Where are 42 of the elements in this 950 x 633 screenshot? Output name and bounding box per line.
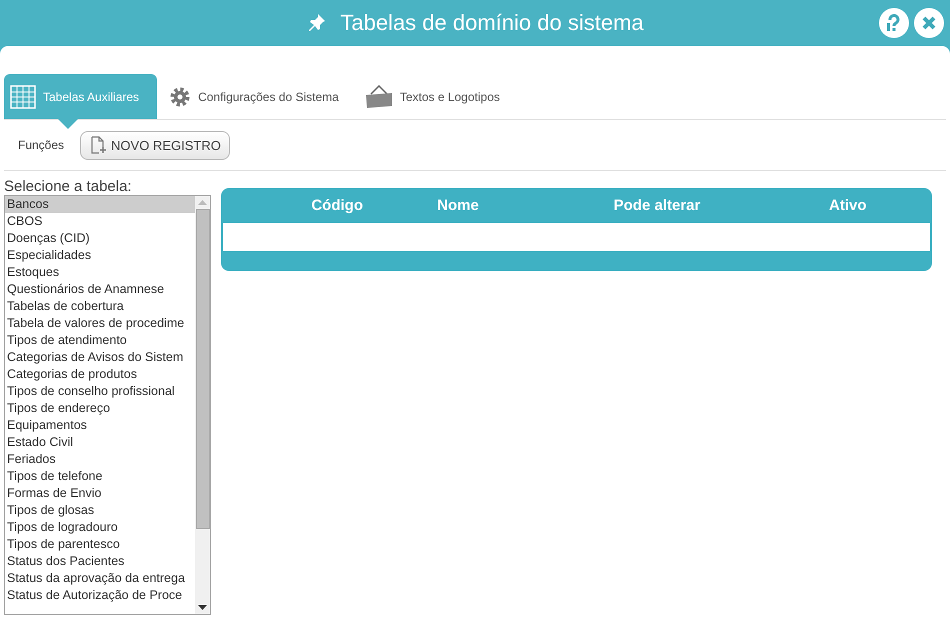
scroll-up-icon[interactable] [198,199,207,205]
list-item[interactable]: Tipos de parentesco [5,536,195,553]
list-item[interactable]: Tipos de atendimento [5,332,195,349]
list-item[interactable]: Categorias de produtos [5,366,195,383]
functions-label: Funções [18,138,64,152]
list-item[interactable]: Tipos de endereço [5,400,195,417]
list-item[interactable]: Formas de Envio [5,485,195,502]
help-icon[interactable] [879,8,909,38]
tab[interactable]: Textos e Logotipos [358,74,514,119]
list-item[interactable]: Feriados [5,451,195,468]
grid-icon [10,84,36,108]
list-item[interactable]: Tipos de conselho profissional [5,383,195,400]
table-listbox[interactable] [4,195,211,615]
window-title: Tabelas de domínio do sistema [340,10,644,36]
list-item[interactable]: Doenças (CID) [5,230,195,247]
list-item[interactable]: Categorias de Avisos do Sistem [5,349,195,366]
list-item[interactable]: Status dos Pacientes [5,553,195,570]
list-item[interactable]: Estado Civil [5,434,195,451]
list-item[interactable]: Estoques [5,264,195,281]
tab[interactable]: Configurações do Sistema [163,74,353,119]
list-item[interactable]: Tipos de logradouro [5,519,195,536]
list-item[interactable]: Bancos [5,196,195,213]
gear-icon [169,86,192,108]
sign-icon [364,84,393,108]
list-item[interactable]: Tipos de glosas [5,502,195,519]
list-item[interactable]: Status de Autorização de Proce [5,587,195,604]
list-item[interactable]: CBOS [5,213,195,230]
list-item[interactable]: Tabela de valores de procedime [5,315,195,332]
scrollbar[interactable] [195,196,210,614]
scroll-down-icon[interactable] [198,605,207,611]
list-item[interactable]: Tipos de telefone [5,468,195,485]
list-item[interactable]: Equipamentos [5,417,195,434]
scrollbar-thumb[interactable] [196,209,210,529]
list-item[interactable]: Status da aprovação da entrega [5,570,195,587]
list-item[interactable]: Especialidades [5,247,195,264]
new-record-button[interactable]: NOVO REGISTRO [80,130,230,160]
list-item[interactable]: Questionários de Anamnese [5,281,195,298]
list-item[interactable]: Tabelas de cobertura [5,298,195,315]
close-icon[interactable] [914,8,944,38]
pin-icon[interactable] [306,13,326,33]
select-table-label: Selecione a tabela: [4,178,133,195]
new-document-icon [89,136,108,154]
